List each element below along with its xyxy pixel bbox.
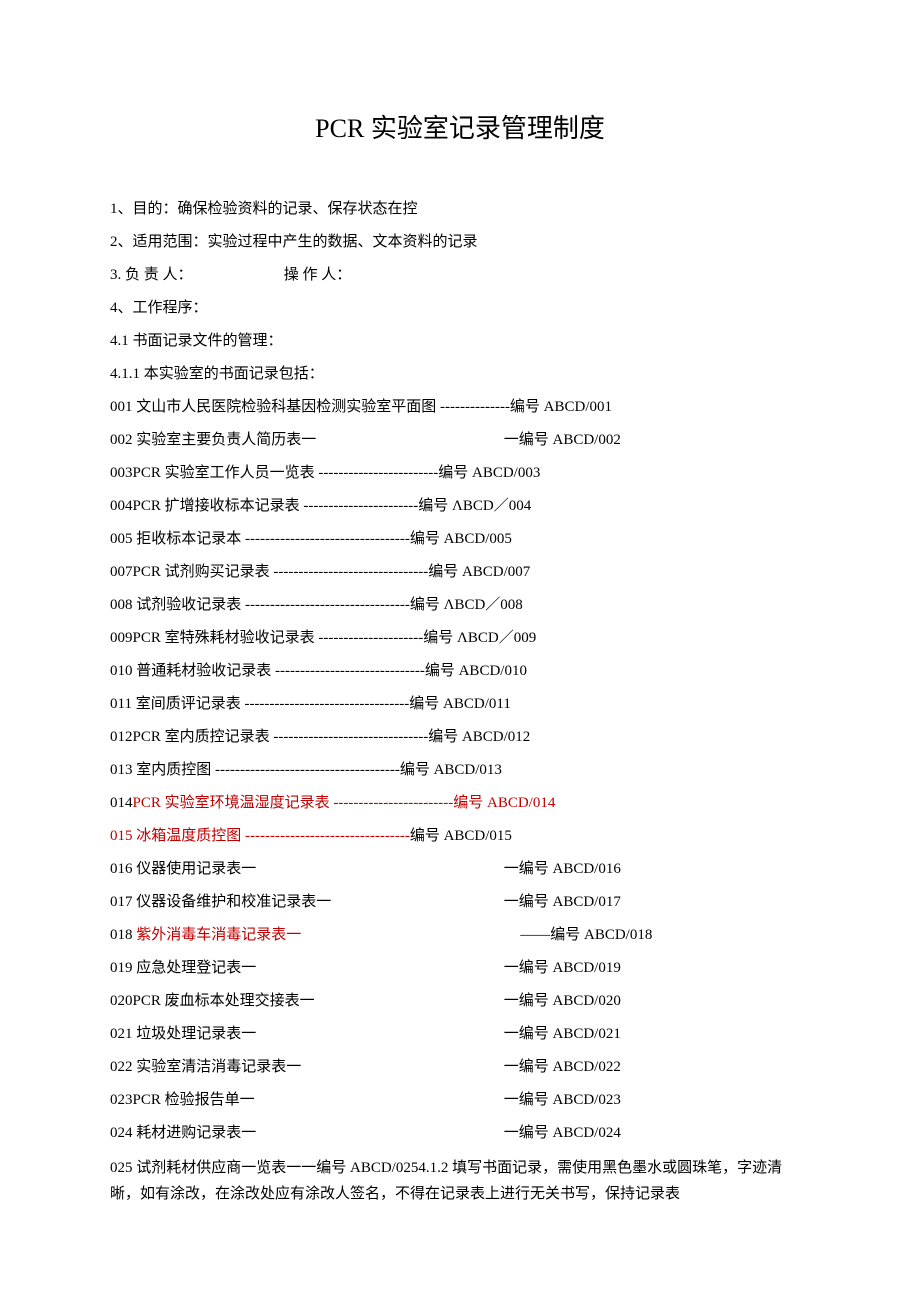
section-3: 3. 负 责 人： 操 作 人： [110,259,810,292]
item-005: 005 拒收标本记录本 ----------------------------… [110,523,810,556]
item-025-paragraph: 025 试剂耗材供应商一览表一一编号 ABCD/0254.1.2 填写书面记录，… [110,1156,810,1207]
item-019-code: 一编号 ABCD/019 [504,960,621,976]
item-012: 012PCR 室内质控记录表 -------------------------… [110,721,810,754]
item-016: 016 仪器使用记录表一 一编号 ABCD/016 [110,853,810,886]
item-002-label: 002 实验室主要负责人简历表一 [110,424,500,457]
item-007: 007PCR 试剂购买记录表 -------------------------… [110,556,810,589]
item-022-code: 一编号 ABCD/022 [504,1059,621,1075]
section-4-1-1: 4.1.1 本实验室的书面记录包括： [110,358,810,391]
item-023-label: 023PCR 检验报告单一 [110,1084,500,1117]
item-023-code: 一编号 ABCD/023 [504,1092,621,1108]
item-021-label: 021 垃圾处理记录表一 [110,1018,500,1051]
item-004: 004PCR 扩增接收标本记录表 -----------------------… [110,490,810,523]
item-014: 014PCR 实验室环境温湿度记录表 ---------------------… [110,787,810,820]
item-016-label: 016 仪器使用记录表一 [110,853,500,886]
item-009: 009PCR 室特殊耗材验收记录表 ---------------------编… [110,622,810,655]
item-019: 019 应急处理登记表一 一编号 ABCD/019 [110,952,810,985]
item-021-code: 一编号 ABCD/021 [504,1026,621,1042]
item-010: 010 普通耗材验收记录表 --------------------------… [110,655,810,688]
item-023: 023PCR 检验报告单一 一编号 ABCD/023 [110,1084,810,1117]
responsible-label: 3. 负 责 人： [110,259,280,292]
section-1: 1、目的：确保检验资料的记录、保存状态在控 [110,193,810,226]
section-4: 4、工作程序： [110,292,810,325]
item-018-num: 018 [110,927,136,943]
item-020-code: 一编号 ABCD/020 [504,993,621,1009]
item-018: 018 紫外消毒车消毒记录表一——编号 ABCD/018 [110,919,810,952]
item-018-code: ——编号 ABCD/018 [520,927,652,943]
item-022-label: 022 实验室清洁消毒记录表一 [110,1051,500,1084]
item-002: 002 实验室主要负责人简历表一 一编号 ABCD/002 [110,424,810,457]
item-015: 015 冰箱温度质控图 ----------------------------… [110,820,810,853]
item-020: 020PCR 废血标本处理交接表一 一编号 ABCD/020 [110,985,810,1018]
page-title: PCR 实验室记录管理制度 [110,100,810,157]
item-017-label: 017 仪器设备维护和校准记录表一 [110,886,500,919]
item-017-code: 一编号 ABCD/017 [504,894,621,910]
section-4-1: 4.1 书面记录文件的管理： [110,325,810,358]
section-2: 2、适用范围：实验过程中产生的数据、文本资料的记录 [110,226,810,259]
item-013: 013 室内质控图 ------------------------------… [110,754,810,787]
item-021: 021 垃圾处理记录表一 一编号 ABCD/021 [110,1018,810,1051]
item-024-label: 024 耗材进购记录表一 [110,1117,500,1150]
item-008: 008 试剂验收记录表 ----------------------------… [110,589,810,622]
item-001: 001 文山市人民医院检验科基因检测实验室平面图 --------------编… [110,391,810,424]
item-014-num: 014 [110,795,133,811]
item-002-code: 一编号 ABCD/002 [504,432,621,448]
item-020-label: 020PCR 废血标本处理交接表一 [110,985,500,1018]
item-022: 022 实验室清洁消毒记录表一 一编号 ABCD/022 [110,1051,810,1084]
item-014-text: PCR 实验室环境温湿度记录表 ------------------------… [133,795,556,811]
item-015-text: 015 冰箱温度质控图 ----------------------------… [110,828,410,844]
item-018-text: 紫外消毒车消毒记录表一 [136,919,520,952]
item-011: 011 室间质评记录表 ----------------------------… [110,688,810,721]
item-003: 003PCR 实验室工作人员一览表 ----------------------… [110,457,810,490]
item-015-code: 编号 ABCD/015 [410,828,512,844]
item-016-code: 一编号 ABCD/016 [504,861,621,877]
item-024: 024 耗材进购记录表一 一编号 ABCD/024 [110,1117,810,1150]
item-024-code: 一编号 ABCD/024 [504,1125,621,1141]
item-019-label: 019 应急处理登记表一 [110,952,500,985]
operator-label: 操 作 人： [284,267,352,283]
item-017: 017 仪器设备维护和校准记录表一 一编号 ABCD/017 [110,886,810,919]
